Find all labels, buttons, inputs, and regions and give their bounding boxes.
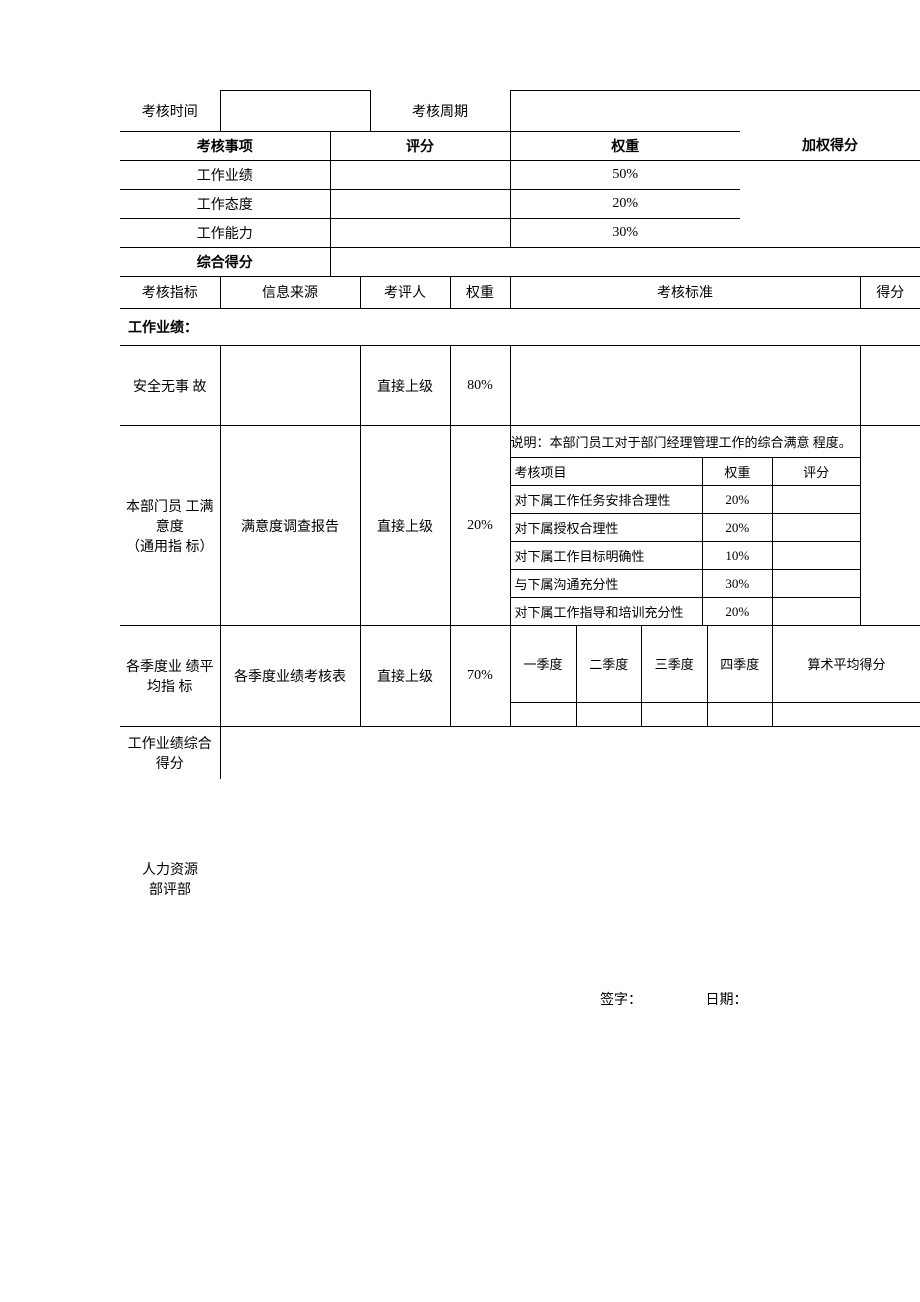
hr-review-label: 人力资源部评部 (140, 859, 920, 899)
time-value[interactable] (220, 91, 370, 131)
dh-source: 信息来源 (220, 277, 360, 309)
dh-weight: 权重 (450, 277, 510, 309)
signature-block: 签字： 日期： (600, 989, 920, 1009)
inner-item-3: 与下属沟通充分性 (511, 570, 703, 598)
q3-v[interactable] (642, 702, 708, 726)
sat-evaluator: 直接上级 (360, 426, 450, 626)
inner-h-weight: 权重 (702, 458, 772, 486)
detail-table: 安全无事 故 直接上级 80% 本部门员 工满意度 （通用指 标） 满意度调查报… (120, 345, 920, 727)
q-weight: 70% (450, 626, 510, 727)
safety-weight: 80% (450, 346, 510, 426)
safety-metric: 安全无事 故 (120, 346, 220, 426)
q2-v[interactable] (576, 702, 642, 726)
score-0[interactable] (330, 160, 510, 189)
inner-w-0: 20% (702, 486, 772, 514)
safety-score[interactable] (860, 346, 920, 426)
dh-evaluator: 考评人 (360, 277, 450, 309)
total-table: 工作业绩综合得分 (120, 727, 920, 779)
dh-standard: 考核标准 (510, 277, 860, 309)
score-2[interactable] (330, 218, 510, 247)
dh-metric: 考核指标 (120, 277, 220, 309)
inner-s-3[interactable] (772, 570, 859, 598)
total-value[interactable] (330, 247, 920, 276)
dh-score: 得分 (860, 277, 920, 309)
qavg-v[interactable] (773, 702, 920, 726)
weight-1: 20% (510, 189, 740, 218)
sat-metric: 本部门员 工满意度 （通用指 标） (120, 426, 220, 626)
summary-table: 考核事项 评分 权重 加权得分 工作业绩 50% 工作态度 20% 工作能力 3… (120, 131, 920, 277)
cycle-label: 考核周期 (370, 91, 510, 131)
weight-2: 30% (510, 218, 740, 247)
q-source: 各季度业绩考核表 (220, 626, 360, 727)
q1-h: 一季度 (511, 626, 577, 702)
q4-v[interactable] (707, 702, 773, 726)
col-weighted: 加权得分 (740, 131, 920, 160)
sat-source: 满意度调查报告 (220, 426, 360, 626)
col-score: 评分 (330, 131, 510, 160)
inner-item-1: 对下属授权合理性 (511, 514, 703, 542)
weight-0: 50% (510, 160, 740, 189)
item-1: 工作态度 (120, 189, 330, 218)
date-label: 日期： (706, 989, 748, 1009)
inner-s-0[interactable] (772, 486, 859, 514)
detail-header-table: 考核指标 信息来源 考评人 权重 考核标准 得分 (120, 277, 920, 310)
item-2: 工作能力 (120, 218, 330, 247)
total-label: 综合得分 (120, 247, 330, 276)
inner-w-3: 30% (702, 570, 772, 598)
inner-w-2: 10% (702, 542, 772, 570)
q3-h: 三季度 (642, 626, 708, 702)
sat-weight: 20% (450, 426, 510, 626)
sat-standard-block: 说明：本部门员工对于部门经理管理工作的综合满意 程度。 考核项目 权重 评分 对… (510, 426, 860, 626)
qavg-h: 算术平均得分 (773, 626, 920, 702)
q4-h: 四季度 (707, 626, 773, 702)
inner-item-4: 对下属工作指导和培训充分性 (511, 598, 703, 626)
sat-description: 说明：本部门员工对于部门经理管理工作的综合满意 程度。 (511, 426, 860, 458)
item-0: 工作业绩 (120, 160, 330, 189)
total-row-value[interactable] (220, 727, 920, 779)
q-evaluator: 直接上级 (360, 626, 450, 727)
sign-label: 签字： (600, 989, 642, 1009)
inner-s-1[interactable] (772, 514, 859, 542)
cycle-value[interactable] (510, 91, 920, 131)
weighted-0[interactable] (740, 160, 920, 189)
weighted-1[interactable] (740, 189, 920, 218)
inner-s-4[interactable] (772, 598, 859, 626)
weighted-2[interactable] (740, 218, 920, 247)
col-item: 考核事项 (120, 131, 330, 160)
section1-title: 工作业绩： (120, 309, 920, 345)
q-metric: 各季度业 绩平均指 标 (120, 626, 220, 727)
inner-item-0: 对下属工作任务安排合理性 (511, 486, 703, 514)
inner-s-2[interactable] (772, 542, 859, 570)
q1-v[interactable] (511, 702, 577, 726)
safety-evaluator: 直接上级 (360, 346, 450, 426)
total-row-label: 工作业绩综合得分 (120, 727, 220, 779)
inner-item-2: 对下属工作目标明确性 (511, 542, 703, 570)
col-weight: 权重 (510, 131, 740, 160)
safety-source[interactable] (220, 346, 360, 426)
score-1[interactable] (330, 189, 510, 218)
sat-score[interactable] (860, 426, 920, 626)
inner-w-1: 20% (702, 514, 772, 542)
safety-standard[interactable] (510, 346, 860, 426)
header-table: 考核时间 考核周期 (120, 90, 920, 131)
inner-w-4: 20% (702, 598, 772, 626)
inner-h-score: 评分 (772, 458, 859, 486)
q2-h: 二季度 (576, 626, 642, 702)
time-label: 考核时间 (120, 91, 220, 131)
inner-h-item: 考核项目 (511, 458, 703, 486)
